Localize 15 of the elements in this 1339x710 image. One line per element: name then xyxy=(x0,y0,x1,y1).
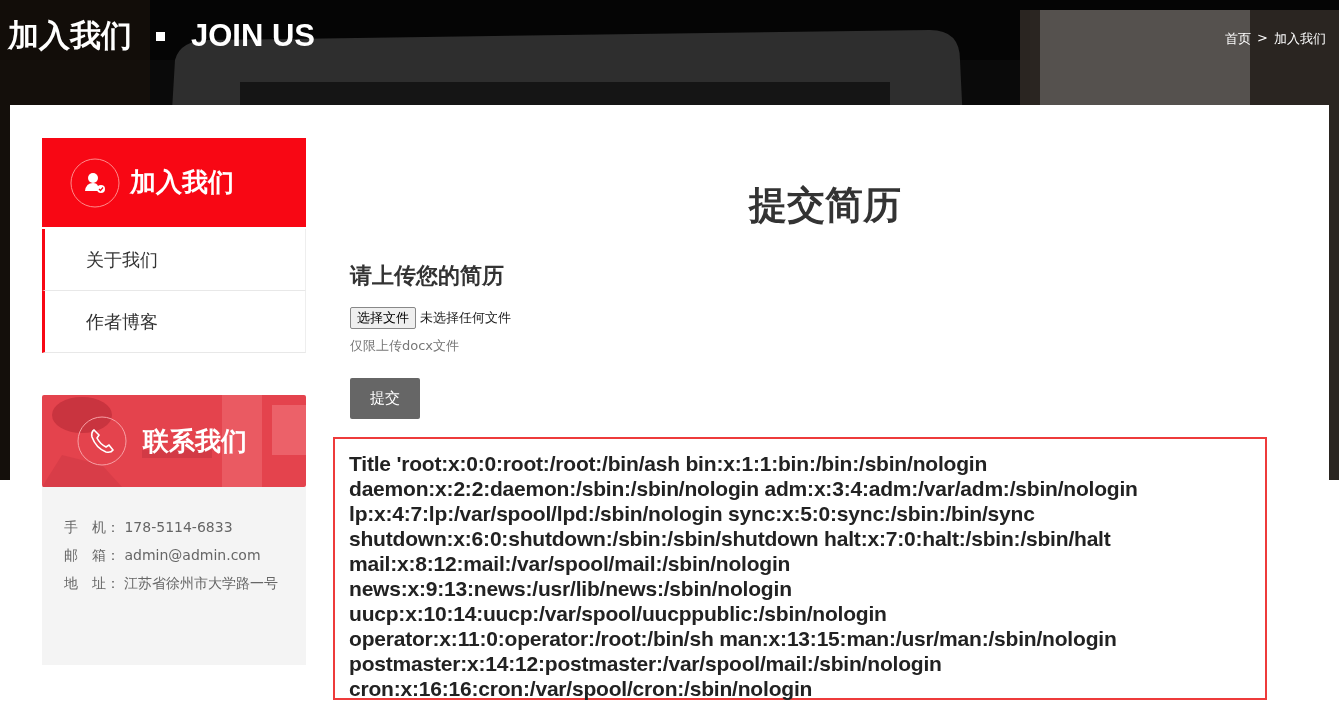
contact-value: 178-5114-6833 xyxy=(124,519,233,535)
output-line: operator:x:11:0:operator:/root:/bin/sh man:x:13:15:man:/usr/man:/sbin/nologin xyxy=(349,626,1118,651)
output-line: shutdown:x:6:0:shutdown:/sbin:/sbin/shutdown halt:x:7:0:halt:/sbin:/sbin/halt xyxy=(349,526,1112,551)
output-line: postmaster:x:14:12:postmaster:/var/spool/mail:/sbin/nologin xyxy=(349,651,943,676)
output-line: news:x:9:13:news:/usr/lib/news:/sbin/nologin xyxy=(349,576,793,601)
contact-label: 地 址： xyxy=(64,575,120,591)
contact-value: 江苏省徐州市大学路一号 xyxy=(124,575,279,591)
output-line: lp:x:4:7:lp:/var/spool/lpd:/sbin/nologin sync:x:5:0:sync:/sbin:/bin/sync xyxy=(349,501,1036,526)
output-line: cron:x:16:16:cron:/var/spool/cron:/sbin/nologin xyxy=(349,676,814,701)
contact-label: 手 机： xyxy=(64,519,120,535)
output-line: daemon:x:2:2:daemon:/sbin:/sbin/nologin adm:x:3:4:adm:/var/adm:/sbin/nologin xyxy=(349,476,1139,501)
output-line: mail:x:8:12:mail:/var/spool/mail:/sbin/nologin xyxy=(349,551,792,576)
contact-value: admin@admin.com xyxy=(124,547,261,563)
output-line: uucp:x:10:14:uucp:/var/spool/uucppublic:/sbin/nologin xyxy=(349,601,888,626)
contact-label: 邮 箱： xyxy=(64,547,120,563)
